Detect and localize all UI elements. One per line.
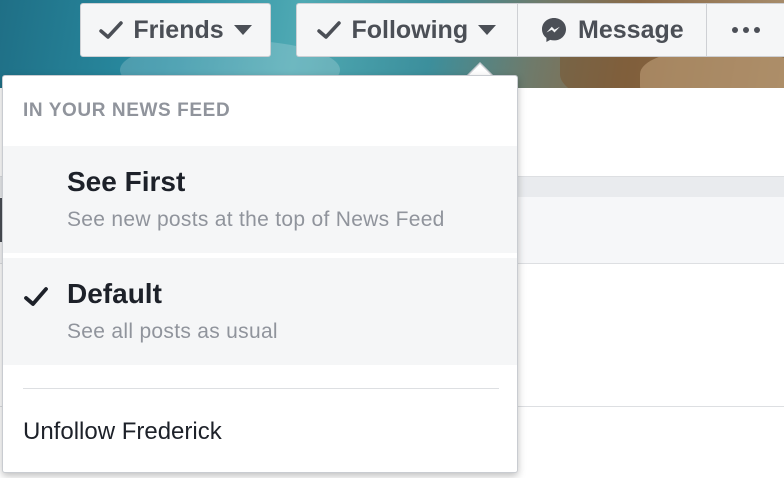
check-icon <box>317 20 342 40</box>
more-dots-icon <box>731 27 760 33</box>
option-title: See First <box>67 166 186 197</box>
menu-option-see-first[interactable]: See First See new posts at the top of Ne… <box>3 146 517 253</box>
unfollow-menu-item[interactable]: Unfollow Frederick <box>3 406 517 456</box>
message-button[interactable]: Message <box>518 4 708 56</box>
option-description: See new posts at the top of News Feed <box>67 208 445 231</box>
menu-option-default[interactable]: Default See all posts as usual <box>3 258 517 365</box>
following-button[interactable]: Following <box>297 4 518 56</box>
following-dropdown-menu: IN YOUR NEWS FEED See First See new post… <box>2 75 518 473</box>
menu-divider <box>23 388 499 389</box>
friends-button[interactable]: Friends <box>80 3 271 57</box>
option-title: Default <box>67 278 162 309</box>
check-icon <box>99 20 124 40</box>
option-description: See all posts as usual <box>67 320 278 343</box>
following-button-label: Following <box>351 15 469 44</box>
message-button-label: Message <box>578 15 684 44</box>
caret-down-icon <box>478 25 497 35</box>
friends-button-label: Friends <box>133 15 224 44</box>
more-options-button[interactable] <box>707 4 784 56</box>
unfollow-label: Unfollow Frederick <box>23 418 222 445</box>
selected-check-icon <box>23 284 49 310</box>
caret-down-icon <box>233 25 252 35</box>
messenger-icon <box>540 16 568 44</box>
menu-section-header: IN YOUR NEWS FEED <box>23 100 231 121</box>
profile-action-group: Following Message <box>296 3 784 57</box>
